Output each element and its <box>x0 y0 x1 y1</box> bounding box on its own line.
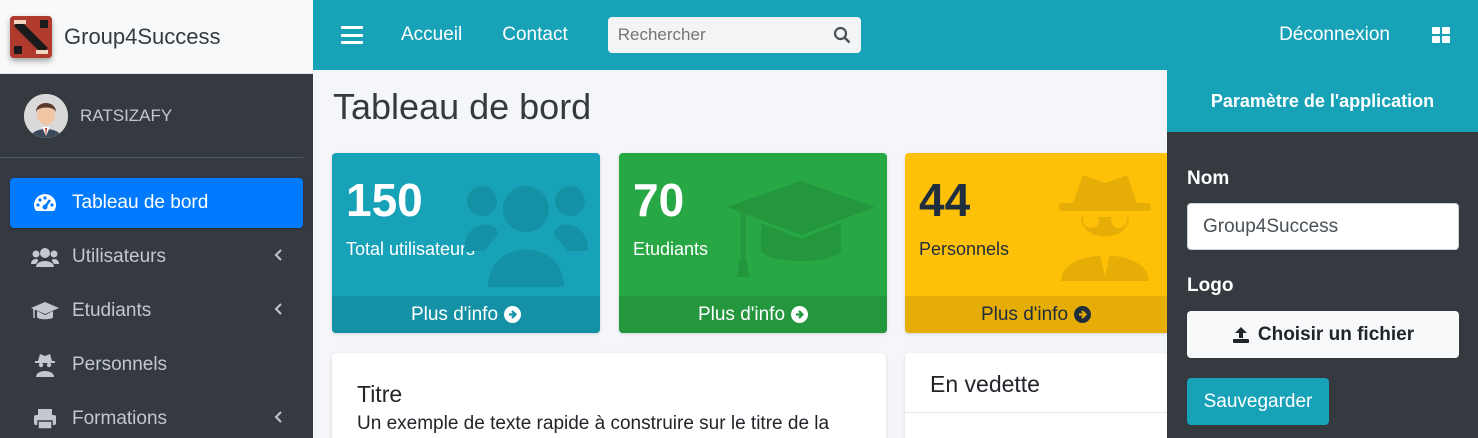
choose-file-label: Choisir un fichier <box>1257 323 1415 345</box>
app-name-input[interactable] <box>1187 203 1459 250</box>
more-info-label: Plus d'info <box>980 303 1069 325</box>
control-sidebar-title: Paramètre de l'application <box>1167 70 1478 132</box>
search-box <box>607 17 861 53</box>
arrow-circle-right-icon <box>1074 306 1092 323</box>
more-info-label: Plus d'info <box>697 303 786 325</box>
stat-label: Total utilisateurs <box>346 239 476 259</box>
sidebar-item-label: Etudiants <box>72 300 152 321</box>
sidebar-item-personnels[interactable]: Personnels <box>10 340 303 390</box>
user-name[interactable]: RATSIZAFY <box>80 106 172 126</box>
sidebar-item-label: Utilisateurs <box>72 246 166 267</box>
arrow-circle-right-icon <box>504 306 522 323</box>
card-title: Titre <box>357 381 403 407</box>
chevron-left-icon <box>274 408 283 430</box>
print-icon <box>30 407 60 431</box>
brand-link[interactable]: Group4Success <box>0 0 313 74</box>
upload-icon <box>1232 326 1249 343</box>
dota-logo-icon <box>10 15 52 58</box>
chevron-left-icon <box>274 246 283 268</box>
more-info-label: Plus d'info <box>410 303 499 325</box>
users-icon <box>464 171 588 292</box>
logout-link[interactable]: Déconnexion <box>1279 24 1390 46</box>
sidebar-item-tableau-de-bord[interactable]: Tableau de bord <box>10 178 303 228</box>
sidebar-item-label: Formations <box>72 408 168 429</box>
menu-toggle-icon[interactable] <box>341 26 363 44</box>
logo-label: Logo <box>1187 275 1234 296</box>
sidebar-item-etudiants[interactable]: Etudiants <box>10 286 303 336</box>
card-text: Un exemple de texte rapide à construire … <box>357 413 830 434</box>
card-en-vedette: En vedette <box>905 353 1167 438</box>
nav-link-contact[interactable]: Contact <box>502 24 567 46</box>
tachometer-icon <box>30 191 60 215</box>
search-icon[interactable] <box>833 26 851 49</box>
stat-value: 70 <box>633 174 685 226</box>
choose-file-button[interactable]: Choisir un fichier <box>1187 311 1459 358</box>
control-sidebar-toggle-icon[interactable] <box>1432 27 1450 48</box>
page-title: Tableau de bord <box>333 86 592 127</box>
user-secret-icon <box>1055 173 1155 286</box>
stat-box-personnels: 44 Personnels Plus d'info <box>905 153 1167 333</box>
stat-box-etudiants: 70 Etudiants Plus d'info <box>619 153 887 333</box>
sidebar-item-formations[interactable]: Formations <box>10 394 303 438</box>
graduation-cap-icon <box>727 181 875 284</box>
chevron-left-icon <box>274 300 283 322</box>
user-panel[interactable]: RATSIZAFY <box>0 74 303 158</box>
card-title: En vedette <box>930 371 1040 397</box>
top-navbar: Accueil Contact Déconnexion <box>313 0 1478 70</box>
control-sidebar: Paramètre de l'application Nom Logo Choi… <box>1167 70 1478 438</box>
card-header: En vedette <box>905 353 1167 413</box>
more-info-link[interactable]: Plus d'info <box>619 296 887 333</box>
search-input[interactable] <box>617 25 818 45</box>
stat-label: Personnels <box>919 239 1010 259</box>
stat-box-utilisateurs: 150 Total utilisateurs Plus d'info <box>332 153 600 333</box>
stat-label: Etudiants <box>633 239 709 259</box>
nav-link-accueil[interactable]: Accueil <box>401 24 462 46</box>
stat-value: 150 <box>346 174 423 226</box>
users-icon <box>30 245 60 269</box>
stat-value: 44 <box>919 174 971 226</box>
more-info-link[interactable]: Plus d'info <box>332 296 600 333</box>
sidebar-nav: Tableau de bord Utilisateurs Etudiants P… <box>0 158 313 438</box>
user-secret-icon <box>30 353 60 377</box>
sidebar-item-label: Personnels <box>72 354 168 375</box>
name-label: Nom <box>1187 168 1230 189</box>
avatar[interactable] <box>24 93 68 138</box>
save-button[interactable]: Sauvegarder <box>1187 378 1329 425</box>
graduation-cap-icon <box>30 299 60 323</box>
brand-text: Group4Success <box>64 23 221 49</box>
sidebar-item-label: Tableau de bord <box>72 192 209 213</box>
main-sidebar: Group4Success RATSIZAFY Tableau de bord <box>0 0 313 438</box>
sidebar-item-utilisateurs[interactable]: Utilisateurs <box>10 232 303 282</box>
more-info-link[interactable]: Plus d'info <box>905 296 1167 333</box>
card-titre: Titre Un exemple de texte rapide à const… <box>332 353 886 438</box>
arrow-circle-right-icon <box>791 306 809 323</box>
